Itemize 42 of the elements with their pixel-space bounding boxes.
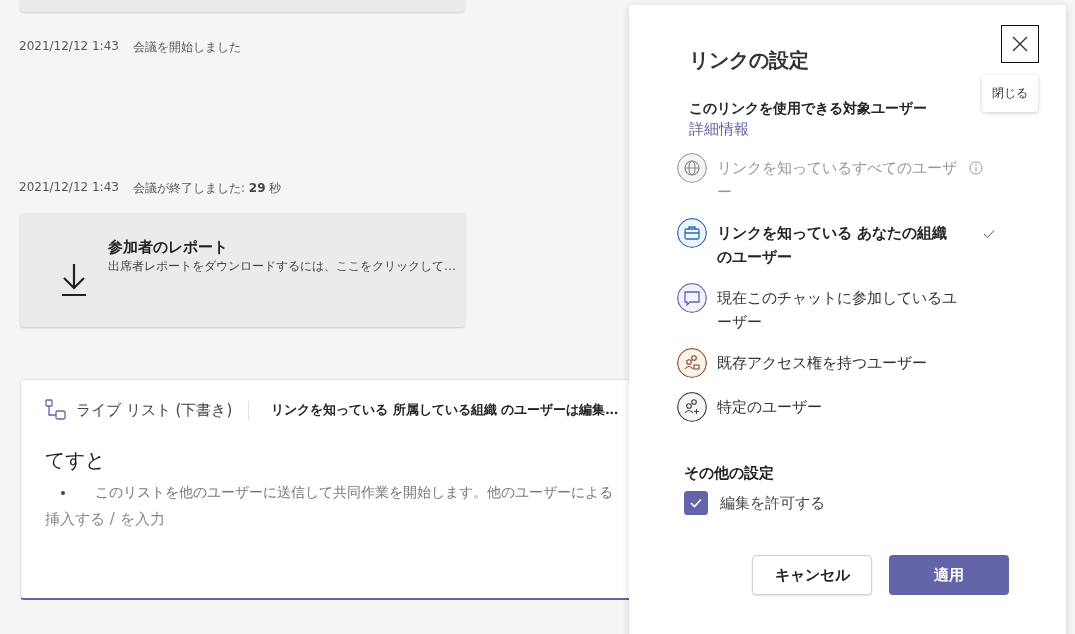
cancel-button[interactable]: キャンセル bbox=[752, 555, 872, 595]
option-label: 特定のユーザー bbox=[717, 397, 823, 418]
live-list-title: ライブ リスト (下書き) bbox=[76, 400, 250, 420]
option-label: 既存アクセス権を持つユーザー bbox=[717, 353, 928, 374]
report-subtitle: 出席者レポートをダウンロードするには、ここをクリックして… bbox=[108, 257, 456, 275]
close-button[interactable] bbox=[1001, 25, 1039, 63]
dialog-title: リンクの設定 bbox=[689, 47, 810, 74]
event-text: 会議が終了しました: 29 秒 bbox=[132, 180, 282, 197]
globe-icon bbox=[677, 153, 707, 183]
bullet-icon bbox=[61, 491, 65, 495]
tooltip: 閉じる bbox=[982, 75, 1038, 112]
people-lock-icon bbox=[677, 348, 707, 378]
option-label: 現在このチャットに参加しているユーザー bbox=[717, 288, 958, 333]
option-row[interactable]: 現在このチャットに参加しているユーザー bbox=[677, 283, 1066, 334]
checkmark-icon bbox=[983, 228, 995, 240]
permission-dropdown[interactable]: リンクを知っている 所属している組織 のユーザーは編集… bbox=[271, 401, 619, 419]
option-label: リンクを知っているすべてのユーザー bbox=[717, 158, 958, 203]
event-time: 2021/12/12 1:43 bbox=[19, 180, 119, 196]
list-heading: てすと bbox=[45, 447, 106, 474]
event-time: 2021/12/12 1:43 bbox=[19, 39, 119, 55]
option-row[interactable]: 既存アクセス権を持つユーザー bbox=[677, 348, 1066, 378]
learn-more-link[interactable]: 詳細情報 bbox=[689, 120, 749, 139]
checkbox[interactable] bbox=[684, 491, 708, 515]
download-icon bbox=[60, 262, 88, 298]
audience-label: このリンクを使用できる対象ユーザー bbox=[689, 100, 928, 118]
option-row[interactable]: リンクを知っている あなたの組織のユーザー bbox=[677, 218, 1066, 269]
chat-bubble-icon bbox=[677, 283, 707, 313]
list-item: このリストを他のユーザーに送信して共同作業を開始します。他のユーザーによる bbox=[95, 484, 613, 502]
option-row[interactable]: 特定のユーザー bbox=[677, 392, 1066, 422]
section-title: その他の設定 bbox=[684, 464, 775, 483]
checkmark-icon bbox=[689, 496, 703, 510]
report-title: 参加者のレポート bbox=[108, 237, 229, 257]
list-icon bbox=[45, 399, 67, 421]
option-label: リンクを知っている あなたの組織のユーザー bbox=[717, 223, 949, 268]
report-card[interactable]: 参加者のレポート 出席者レポートをダウンロードするには、ここをクリックして… bbox=[20, 213, 465, 327]
briefcase-icon bbox=[677, 218, 707, 248]
input-field[interactable]: 挿入する / を入力 bbox=[45, 510, 305, 528]
people-add-icon bbox=[677, 392, 707, 422]
close-icon bbox=[1012, 36, 1028, 52]
checkbox-label: 編集を許可する bbox=[720, 493, 825, 513]
apply-button[interactable]: 適用 bbox=[889, 555, 1009, 595]
event-text: 会議を開始しました bbox=[132, 39, 241, 56]
